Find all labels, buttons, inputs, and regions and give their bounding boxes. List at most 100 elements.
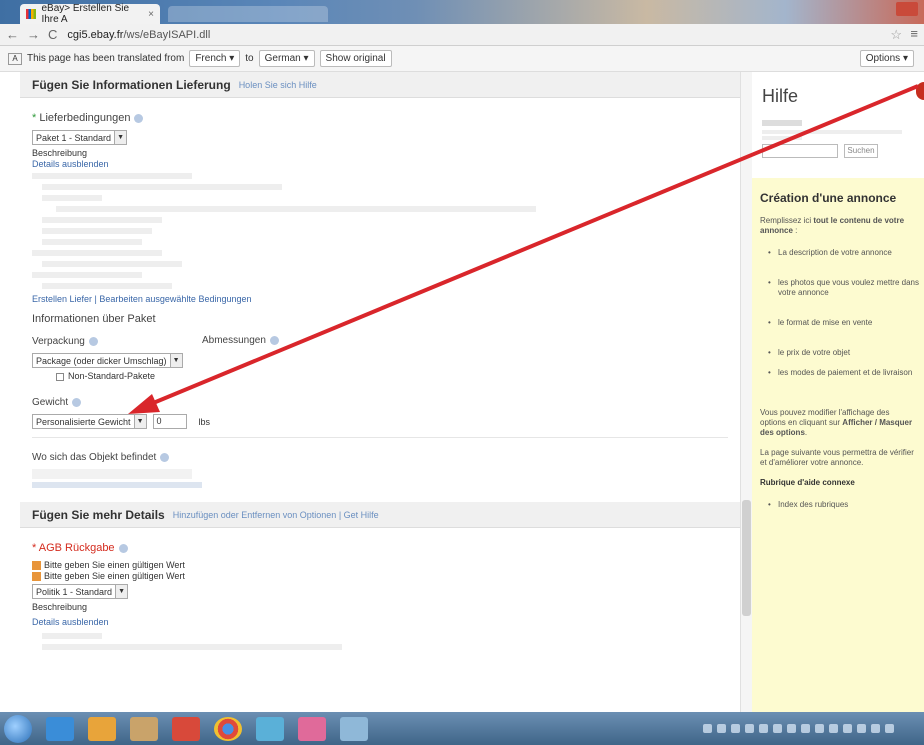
chrome-icon[interactable]	[214, 716, 242, 741]
help-article-title: Création d'une annonce	[760, 191, 897, 205]
help-icon[interactable]	[88, 336, 98, 346]
list-item: La description de votre annonce	[760, 248, 924, 278]
details-section-title: Fügen Sie mehr Details	[32, 507, 165, 522]
list-item: les modes de paiement et de livraison	[760, 368, 924, 398]
star-icon[interactable]: ☆	[890, 27, 902, 43]
listing-form: Fügen Sie Informationen Lieferung Holen …	[20, 72, 740, 712]
help-options-text: Vous pouvez modifier l'affichage des opt…	[760, 408, 913, 437]
nonstandard-label: Non-Standard-Pakete	[68, 371, 156, 381]
dimensions-label: Abmessungen	[202, 335, 266, 346]
forward-icon[interactable]: →	[27, 27, 40, 42]
details-section-links[interactable]: Hinzufügen oder Entfernen von Optionen |…	[173, 510, 379, 520]
reload-icon[interactable]: C	[48, 27, 57, 42]
translate-bar: A This page has been translated from Fre…	[0, 46, 924, 72]
browser-tab-ebay[interactable]: eBay> Erstellen Sie Ihre A ×	[20, 3, 160, 25]
browser-tab-2[interactable]	[168, 6, 328, 22]
app-icon[interactable]	[172, 716, 200, 741]
error-icon	[32, 572, 41, 582]
start-button[interactable]	[4, 714, 32, 743]
show-original-button[interactable]: Show original	[319, 50, 392, 67]
translate-options-button[interactable]: Options ▾	[859, 50, 914, 67]
browser-tab-strip: eBay> Erstellen Sie Ihre A ×	[0, 0, 924, 25]
url-host: cgi5.ebay.fr	[67, 28, 124, 41]
system-tray	[703, 724, 894, 733]
package-info-label: Informationen über Paket	[32, 313, 156, 325]
paint-icon[interactable]	[298, 716, 326, 741]
help-icon[interactable]	[134, 113, 144, 123]
scrollbar-thumb[interactable]	[742, 500, 751, 616]
location-field[interactable]	[32, 469, 192, 479]
help-rubric-list: Index des rubriques	[760, 500, 924, 510]
shipping-section-title: Fügen Sie Informationen Lieferung	[32, 77, 231, 92]
error-icon	[32, 561, 41, 571]
help-intro: Remplissez ici tout le contenu de votre …	[760, 216, 905, 235]
returns-error-1: Bitte geben Sie einen gültigen Wert	[44, 560, 185, 570]
address-bar[interactable]: cgi5.ebay.fr/ws/eBayISAPI.dll	[67, 29, 210, 41]
help-article: Création d'une annonce Remplissez ici to…	[752, 178, 924, 712]
help-rubric-link[interactable]: Index des rubriques	[760, 500, 924, 510]
returns-error-2: Bitte geben Sie einen gültigen Wert	[44, 571, 185, 581]
ie-icon[interactable]	[46, 716, 74, 741]
back-icon[interactable]: ←	[6, 27, 19, 42]
shipping-help-link[interactable]: Holen Sie sich Hilfe	[239, 80, 317, 90]
shipping-section-body: * Lieferbedingungen Paket 1 - Standard ▼ …	[20, 112, 740, 488]
returns-details-faded	[32, 633, 728, 650]
weight-select[interactable]: Personalisierte Gewicht ▼	[32, 414, 147, 429]
url-path: /ws/eBayISAPI.dll	[123, 28, 211, 41]
returns-label: AGB Rückgabe	[38, 542, 115, 554]
explorer-icon[interactable]	[130, 716, 158, 741]
weight-label: Gewicht	[32, 397, 69, 408]
weight-unit: lbs	[198, 416, 211, 427]
help-icon[interactable]	[160, 452, 170, 462]
details-section-header: Fügen Sie mehr Details Hinzufügen oder E…	[20, 502, 740, 528]
help-icon[interactable]	[72, 397, 82, 407]
help-close-icon[interactable]	[916, 82, 924, 100]
details-hide-link[interactable]: Details ausblenden	[32, 159, 728, 170]
help-search: Suchen	[752, 120, 924, 176]
window-controls	[896, 2, 918, 16]
window-icon[interactable]	[340, 716, 368, 741]
delivery-select[interactable]: Paket 1 - Standard ▼	[32, 130, 128, 145]
location-label: Wo sich das Objekt befindet	[32, 452, 157, 463]
list-item: les photos que vous voulez mettre dans v…	[760, 278, 924, 318]
shipping-details-faded	[32, 173, 728, 289]
help-panel: Hilfe Suchen Création d'une annonce Remp…	[752, 72, 924, 712]
help-rubric-title: Rubrique d'aide connexe	[760, 478, 855, 487]
weight-input[interactable]: 0	[152, 414, 187, 429]
browser-toolbar: ← → C cgi5.ebay.fr/ws/eBayISAPI.dll ☆ ≡	[0, 24, 924, 46]
to-language-select[interactable]: German ▾	[258, 50, 315, 67]
lync-icon[interactable]	[256, 716, 284, 741]
help-search-button[interactable]: Suchen	[844, 144, 878, 158]
help-icon[interactable]	[269, 335, 279, 345]
packaging-select[interactable]: Package (oder dicker Umschlag) ▼	[32, 353, 183, 368]
windows-taskbar	[0, 712, 924, 745]
clock	[896, 718, 922, 738]
help-title: Hilfe	[762, 86, 799, 106]
returns-select[interactable]: Politik 1 - Standard ▼	[32, 584, 129, 599]
list-item: le format de mise en vente	[760, 318, 924, 348]
details-section-body: * AGB Rückgabe Bitte geben Sie einen gül…	[20, 542, 740, 650]
tab-title: eBay> Erstellen Sie Ihre A	[41, 3, 130, 25]
nonstandard-checkbox[interactable]	[56, 372, 64, 381]
tab-close-icon[interactable]: ×	[148, 9, 154, 20]
ebay-favicon-icon	[26, 9, 37, 19]
location-change-link[interactable]	[32, 482, 202, 488]
help-items: La description de votre annonce les phot…	[760, 248, 924, 398]
window-close-button[interactable]	[896, 2, 918, 16]
details-hide-link-2[interactable]: Details ausblenden	[32, 617, 728, 628]
help-icon[interactable]	[118, 543, 128, 553]
list-item: le prix de votre objet	[760, 348, 924, 368]
menu-icon[interactable]: ≡	[910, 26, 918, 41]
help-next-text: La page suivante vous permettra de vérif…	[760, 448, 914, 467]
form-scrollbar[interactable]	[740, 72, 752, 712]
translate-message: This page has been translated from	[27, 53, 185, 64]
help-search-input[interactable]	[762, 144, 838, 158]
folder-icon[interactable]	[88, 716, 116, 741]
packaging-label: Verpackung	[32, 336, 85, 347]
description-label: Beschreibung	[32, 148, 88, 158]
delivery-label: Lieferbedingungen	[39, 112, 131, 124]
details-description-label: Beschreibung	[32, 602, 88, 612]
to-label: to	[245, 53, 254, 64]
from-language-select[interactable]: French ▾	[189, 50, 241, 67]
edit-delivery-links[interactable]: Erstellen Liefer | Bearbeiten ausgewählt…	[32, 294, 728, 305]
